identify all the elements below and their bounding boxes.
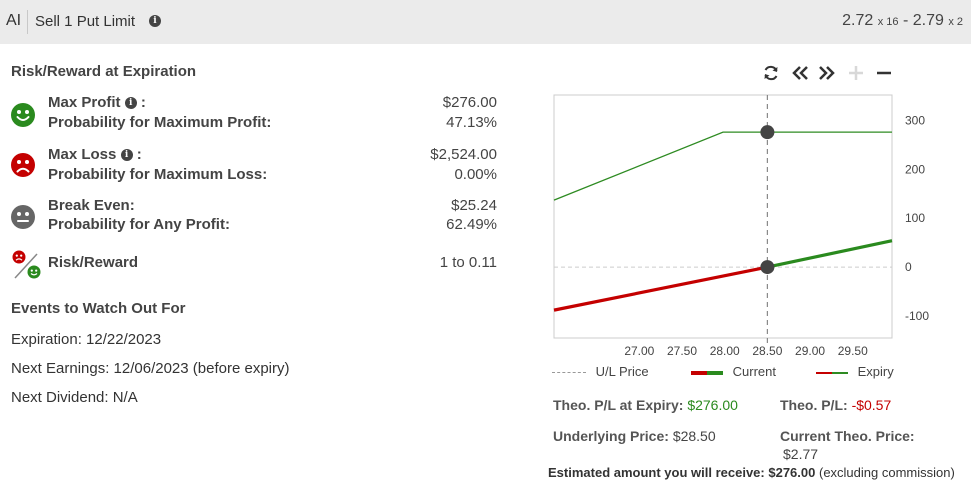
y-tick-label: 200	[905, 162, 925, 176]
smiley-sad-icon	[11, 153, 35, 177]
ask-size: x 2	[948, 16, 963, 28]
risk-reward-title: Risk/Reward at Expiration	[11, 63, 197, 80]
next-earnings: Next Earnings: 12/06/2023 (before expiry…	[11, 360, 290, 377]
estimated-amount-note: Estimated amount you will receive: $276.…	[548, 465, 955, 480]
max-loss-value: $2,524.00	[430, 146, 497, 163]
current-theo-price-value: $2.77	[783, 446, 819, 462]
risk-reward-icon	[12, 250, 41, 279]
prob-max-profit-label: Probability for Maximum Profit:	[48, 114, 272, 131]
theo-pl-expiry-value: $276.00	[687, 397, 738, 413]
prob-max-loss-label: Probability for Maximum Loss:	[48, 166, 268, 183]
double-chevron-left-icon[interactable]	[791, 64, 809, 82]
ask-price: 2.79	[912, 12, 944, 29]
price-marker-0	[760, 125, 775, 140]
x-tick-label: 28.00	[710, 344, 740, 358]
current-theo-price: Current Theo. Price: $2.77	[780, 428, 915, 462]
smiley-happy-icon	[11, 103, 35, 127]
risk-reward-label: Risk/Reward	[48, 254, 139, 271]
max-loss-label: Max Loss i :	[48, 146, 142, 163]
double-chevron-right-icon[interactable]	[818, 64, 836, 82]
info-icon[interactable]: i	[120, 149, 133, 162]
bid-price: 2.72	[842, 12, 874, 29]
max-profit-value: $276.00	[442, 94, 497, 111]
next-dividend: Next Dividend: N/A	[11, 389, 138, 406]
max-profit-label: Max Profit i :	[48, 94, 146, 111]
header-divider	[27, 10, 28, 34]
legend-swatch-current	[691, 370, 723, 375]
refresh-icon[interactable]	[762, 64, 780, 82]
info-icon[interactable]: i	[124, 97, 137, 110]
legend-swatch-ul-price	[552, 372, 586, 374]
break-even-label: Break Even:	[48, 197, 135, 214]
plot-area	[553, 94, 893, 339]
theo-pl-expiry: Theo. P/L at Expiry: $276.00	[553, 397, 738, 413]
break-even-value: $25.24	[451, 197, 497, 214]
minus-icon[interactable]	[875, 64, 893, 82]
order-header: AI Sell 1 Put Limit i 2.72 x 16 - 2.79 x…	[0, 0, 971, 44]
risk-reward-value: 1 to 0.11	[439, 254, 497, 271]
underlying-price-value: $28.50	[672, 428, 716, 444]
info-icon[interactable]: i	[149, 15, 161, 27]
x-tick-label: 29.50	[838, 344, 868, 358]
theo-pl-value: -$0.57	[851, 397, 892, 413]
estimated-amount-value: $276.00	[768, 465, 816, 480]
x-tick-label: 29.00	[795, 344, 825, 358]
plus-icon[interactable]	[847, 64, 865, 82]
symbol-label: AI	[6, 12, 22, 29]
prob-any-profit-value: 62.49%	[446, 216, 497, 233]
underlying-price: Underlying Price: $28.50	[553, 428, 716, 444]
legend-swatch-expiry	[816, 371, 848, 374]
y-tick-label: 300	[905, 113, 925, 127]
prob-max-loss-value: 0.00%	[454, 166, 497, 183]
bid-size: x 16	[877, 16, 899, 28]
chart-legend-current: Current	[691, 364, 776, 379]
quote-separator: -	[902, 12, 909, 29]
y-tick-label: 100	[905, 211, 925, 225]
events-title: Events to Watch Out For	[11, 300, 186, 317]
expiration-date: Expiration: 12/22/2023	[11, 331, 162, 348]
pl-chart[interactable]: 27.00 27.50 28.00 28.50 29.00 29.50 300 200 100…	[540, 88, 960, 363]
bid-ask-quote: 2.72 x 16 - 2.79 x 2	[842, 12, 963, 30]
smiley-neutral-icon	[11, 205, 35, 229]
x-tick-label: 28.50	[752, 344, 782, 358]
price-marker-1	[760, 260, 775, 275]
legend-current: Current	[732, 364, 776, 379]
order-description: Sell 1 Put Limit	[35, 13, 136, 30]
chart-legend: U/L Price	[552, 364, 649, 379]
chart-legend-expiry: Expiry	[816, 364, 894, 379]
x-tick-label: 27.50	[667, 344, 697, 358]
y-tick-label: -100	[905, 309, 929, 323]
y-tick-label: 0	[905, 260, 912, 274]
x-tick-label: 27.00	[624, 344, 654, 358]
theo-pl: Theo. P/L: -$0.57	[780, 397, 892, 413]
legend-ul-price: U/L Price	[595, 364, 649, 379]
prob-any-profit-label: Probability for Any Profit:	[48, 216, 230, 233]
legend-expiry: Expiry	[857, 364, 894, 379]
prob-max-profit-value: 47.13%	[446, 114, 497, 131]
